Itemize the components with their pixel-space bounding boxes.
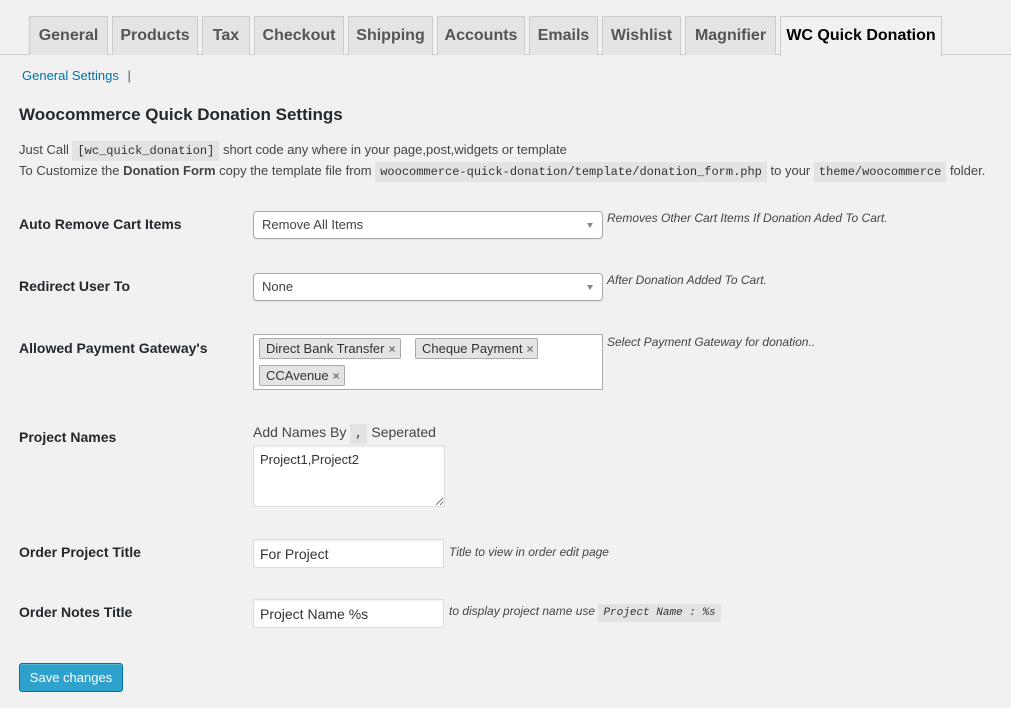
gateway-chip: Cheque Payment × xyxy=(415,338,539,359)
tab-shipping[interactable]: Shipping xyxy=(348,16,433,55)
gateways-help: Select Payment Gateway for donation.. xyxy=(607,335,816,349)
gateway-chip-label: CCAvenue xyxy=(266,368,329,383)
redirect-label: Redirect User To xyxy=(19,278,130,294)
gateways-label: Allowed Payment Gateway's xyxy=(19,340,208,356)
redirect-select[interactable]: None xyxy=(253,273,603,301)
auto-remove-help: Removes Other Cart Items If Donation Ade… xyxy=(607,211,888,225)
desc-text: Just Call xyxy=(19,142,69,157)
gateway-chip-label: Cheque Payment xyxy=(422,341,523,356)
desc-text: copy the template file from xyxy=(219,163,372,178)
hint-text: Add Names By xyxy=(253,424,347,440)
template-description: To Customize the Donation Form copy the … xyxy=(19,162,986,182)
separator-code: , xyxy=(350,424,368,444)
tab-wishlist[interactable]: Wishlist xyxy=(602,16,681,55)
gateway-chip: Direct Bank Transfer × xyxy=(259,338,401,359)
general-settings-link[interactable]: General Settings xyxy=(22,68,119,83)
hint-text: Seperated xyxy=(371,424,436,440)
remove-icon[interactable]: × xyxy=(526,342,533,356)
subsub-separator: | xyxy=(127,68,131,83)
project-names-hint: Add Names By , Seperated xyxy=(253,424,436,444)
order-project-title-label: Order Project Title xyxy=(19,544,141,560)
auto-remove-label: Auto Remove Cart Items xyxy=(19,216,182,232)
shortcode-code: [wc_quick_donation] xyxy=(72,141,220,161)
save-changes-button[interactable]: Save changes xyxy=(19,663,123,692)
subsubsub-nav: General Settings | xyxy=(22,68,131,83)
desc-text: short code any where in your page,post,w… xyxy=(222,142,567,157)
desc-text: To Customize the xyxy=(19,163,120,178)
project-names-textarea[interactable]: Project1,Project2 xyxy=(253,445,445,507)
tab-wc-quick-donation[interactable]: WC Quick Donation xyxy=(780,16,942,56)
gateway-chip-label: Direct Bank Transfer xyxy=(266,341,385,356)
tab-general[interactable]: General xyxy=(29,16,108,55)
auto-remove-value: Remove All Items xyxy=(262,217,364,232)
gateways-multiselect[interactable]: Direct Bank Transfer × Cheque Payment × CC… xyxy=(253,334,603,390)
tab-magnifier[interactable]: Magnifier xyxy=(685,16,776,55)
auto-remove-select[interactable]: Remove All Items xyxy=(253,211,603,239)
page-title: Woocommerce Quick Donation Settings xyxy=(19,105,343,124)
desc-bold: Donation Form xyxy=(123,163,216,178)
order-project-title-help: Title to view in order edit page xyxy=(449,545,609,559)
project-name-format-code: Project Name : %s xyxy=(598,604,721,622)
shortcode-description: Just Call [wc_quick_donation] short code… xyxy=(19,141,567,161)
project-names-label: Project Names xyxy=(19,429,117,445)
tab-accounts[interactable]: Accounts xyxy=(437,16,525,55)
order-notes-title-help: to display project name use Project Name… xyxy=(449,604,721,622)
redirect-value: None xyxy=(262,279,294,294)
chevron-down-icon xyxy=(587,223,593,228)
settings-tabs: General Products Tax Checkout Shipping A… xyxy=(0,16,1011,56)
tab-checkout[interactable]: Checkout xyxy=(254,16,344,55)
redirect-help: After Donation Added To Cart. xyxy=(607,273,767,287)
chevron-down-icon xyxy=(587,285,593,290)
desc-text: to your xyxy=(770,163,811,178)
remove-icon[interactable]: × xyxy=(333,369,340,383)
template-path-code: woocommerce-quick-donation/template/dona… xyxy=(375,162,767,182)
tab-emails[interactable]: Emails xyxy=(529,16,598,55)
desc-text: folder. xyxy=(949,163,986,178)
tab-tax[interactable]: Tax xyxy=(202,16,250,55)
order-notes-title-input[interactable] xyxy=(253,599,444,628)
help-text: to display project name use xyxy=(449,604,596,618)
order-project-title-input[interactable] xyxy=(253,539,444,568)
order-notes-title-label: Order Notes Title xyxy=(19,604,133,620)
gateway-chip: CCAvenue × xyxy=(259,365,345,386)
remove-icon[interactable]: × xyxy=(389,342,396,356)
theme-folder-code: theme/woocommerce xyxy=(813,162,947,182)
tab-products[interactable]: Products xyxy=(112,16,198,55)
